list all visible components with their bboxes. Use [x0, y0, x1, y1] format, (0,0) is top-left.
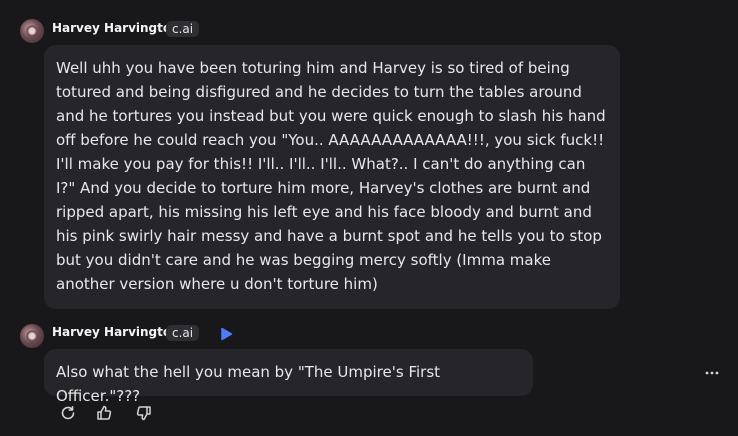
message-text: Well uhh you have been toturing him and …: [56, 59, 606, 293]
thumbs-up-icon[interactable]: [96, 405, 112, 421]
cai-badge: c.ai: [166, 21, 200, 37]
avatar[interactable]: [20, 19, 44, 43]
thumbs-down-icon[interactable]: [136, 405, 152, 421]
author-name[interactable]: Harvey Harvington: [52, 325, 180, 339]
regenerate-icon[interactable]: [60, 405, 76, 421]
message-bubble: Also what the hell you mean by "The Umpi…: [44, 349, 533, 405]
cai-badge: c.ai: [166, 325, 200, 341]
message-text: Also what the hell you mean by "The Umpi…: [56, 363, 441, 405]
author-name[interactable]: Harvey Harvington: [52, 21, 180, 35]
avatar[interactable]: [20, 324, 44, 348]
message-bubble: Well uhh you have been toturing him and …: [44, 45, 620, 309]
more-options-icon[interactable]: [705, 360, 719, 379]
play-icon[interactable]: [219, 326, 233, 341]
